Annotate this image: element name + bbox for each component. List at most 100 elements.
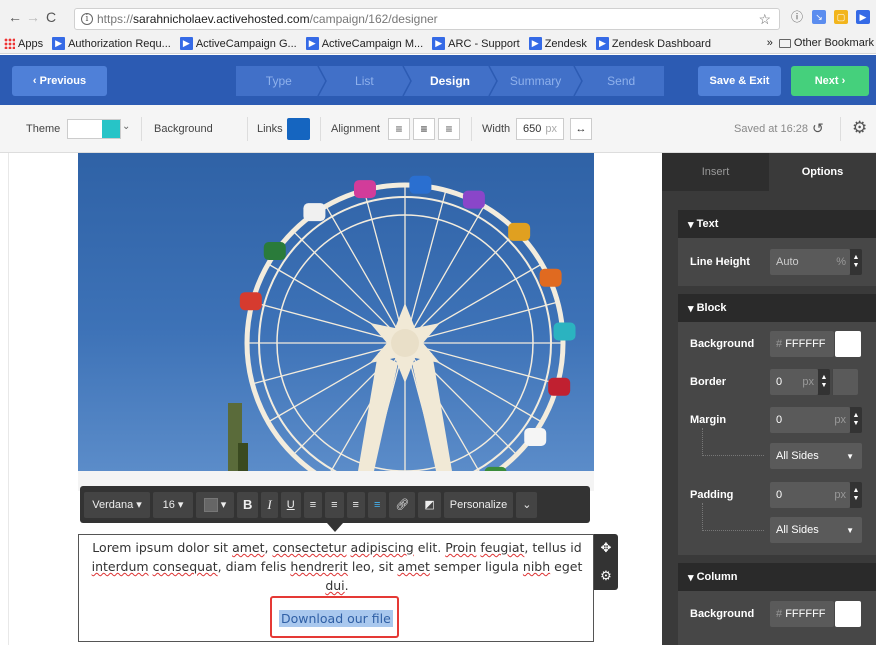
step-type[interactable]: Type — [236, 66, 327, 96]
width-label: Width — [482, 123, 511, 135]
font-family-select[interactable]: Verdana ▾ — [84, 491, 150, 518]
misspelled-word: adipiscing — [350, 540, 414, 555]
border-stepper[interactable]: ▲ ▼ — [818, 369, 830, 395]
settings-gear-icon[interactable]: ⚙ — [852, 118, 867, 138]
back-icon[interactable]: ← — [6, 9, 24, 25]
block-settings-gear-icon[interactable]: ⚙ — [600, 568, 612, 584]
other-bookmarks[interactable]: Other Bookmark — [794, 37, 874, 49]
column-section-header[interactable]: ▾ Column — [678, 563, 876, 591]
extension-yellow-icon[interactable]: ▢ — [834, 10, 848, 24]
text-section-header[interactable]: ▾ Text — [678, 210, 876, 238]
margin-input[interactable]: 0 px — [770, 407, 850, 433]
info-circle-icon[interactable]: ⓘ — [790, 10, 804, 24]
folder-icon — [778, 38, 791, 48]
forward-icon[interactable]: → — [24, 9, 42, 25]
padding-stepper[interactable]: ▲ ▼ — [850, 482, 862, 508]
tab-insert[interactable]: Insert — [662, 153, 769, 191]
address-bar[interactable]: i https://sarahnicholaev.activehosted.co… — [74, 8, 780, 30]
align-justify-icon[interactable]: ≡ — [367, 491, 387, 518]
font-size-select[interactable]: 16 ▾ — [153, 491, 193, 518]
font-size-value: 16 — [162, 498, 175, 511]
column-background-hex-input[interactable]: # FFFFFF — [770, 601, 834, 627]
padding-sides-select[interactable]: All Sides ▼ — [770, 517, 862, 543]
margin-label: Margin — [690, 414, 727, 426]
download-file-link[interactable]: Download our file — [279, 610, 393, 627]
bookmark-item[interactable]: ▶ ActiveCampaign M... — [305, 37, 424, 50]
block-section-header[interactable]: ▾ Block — [678, 294, 876, 322]
save-exit-button[interactable]: Save & Exit — [698, 66, 781, 96]
align-right-icon[interactable]: ≡ — [346, 491, 365, 518]
background-color-swatch[interactable] — [835, 331, 861, 357]
column-background-swatch[interactable] — [835, 601, 861, 627]
personalize-button[interactable]: Personalize — [443, 491, 514, 518]
step-summary[interactable]: Summary — [493, 66, 584, 96]
bookmark-label: ActiveCampaign M... — [321, 37, 424, 50]
align-center-icon[interactable]: ≡ — [325, 491, 344, 518]
body-paragraph[interactable]: Lorem ipsum dolor sit amet, consectetur … — [87, 538, 587, 595]
border-color-swatch[interactable] — [832, 369, 858, 395]
tab-options[interactable]: Options — [769, 153, 876, 191]
text-color-picker[interactable]: ▾ — [196, 491, 234, 518]
expand-width-icon[interactable]: ↔ — [570, 118, 592, 140]
align-left-icon[interactable]: ≡ — [388, 118, 410, 140]
chevron-down-icon[interactable]: ⌄ — [122, 121, 130, 132]
bookmark-item[interactable]: ▶ Authorization Requ... — [52, 37, 171, 50]
move-icon[interactable]: ✥ — [601, 540, 612, 556]
bookmark-label: Apps — [18, 37, 44, 50]
bookmark-item[interactable]: ▶ ARC - Support — [432, 37, 520, 50]
margin-stepper[interactable]: ▲ ▼ — [850, 407, 862, 433]
align-center-icon[interactable]: ≡ — [413, 118, 435, 140]
align-left-icon[interactable]: ≡ — [303, 491, 323, 518]
text-run: , tellus id — [524, 540, 582, 555]
step-list[interactable]: List — [322, 66, 413, 96]
background-label: Background — [690, 338, 755, 350]
chevron-down-icon: ▼ — [846, 525, 854, 535]
bookmarks-overflow[interactable]: » Other Bookmark — [767, 37, 874, 49]
border-value: 0 — [776, 376, 783, 388]
info-icon[interactable]: i — [81, 13, 93, 25]
line-height-stepper[interactable]: ▲ ▼ — [850, 249, 862, 275]
bookmark-item[interactable]: ▶ ActiveCampaign G... — [179, 37, 297, 50]
margin-sides-select[interactable]: All Sides ▼ — [770, 443, 862, 469]
background-hex-input[interactable]: # FFFFFF — [770, 331, 834, 357]
design-toolbar: Theme ⌄ Background Links Alignment ≡ ≡ ≡… — [0, 105, 876, 153]
panel-tabs: Insert Options — [662, 153, 876, 191]
underline-icon[interactable]: U — [280, 491, 301, 518]
toolbar-divider — [141, 117, 142, 141]
margin-sides-value: All Sides — [776, 450, 819, 462]
italic-icon[interactable]: I — [261, 491, 278, 518]
background-button[interactable]: Background — [154, 123, 213, 135]
next-button[interactable]: Next › — [791, 66, 869, 96]
play-icon: ▶ — [432, 37, 446, 50]
history-icon[interactable]: ↺ — [812, 120, 824, 137]
theme-picker[interactable] — [67, 119, 121, 139]
previous-button[interactable]: ‹ Previous — [12, 66, 107, 96]
step-send[interactable]: Send — [578, 66, 664, 96]
bookmark-item[interactable]: ▶ Zendesk Dashboard — [595, 37, 711, 50]
bookmark-item[interactable]: ▶ Zendesk — [528, 37, 587, 50]
text-run: leo, sit — [347, 559, 398, 574]
ferris-wheel-image[interactable] — [78, 153, 594, 471]
play-icon: ▶ — [305, 37, 319, 50]
color-swatch — [203, 497, 218, 512]
align-right-icon[interactable]: ≡ — [438, 118, 460, 140]
padding-input[interactable]: 0 px — [770, 482, 850, 508]
border-input[interactable]: 0 px — [770, 369, 818, 395]
bookmark-apps[interactable]: Apps — [4, 38, 43, 50]
more-options-chevron-icon[interactable]: ⌄ — [516, 491, 538, 518]
bookmark-star-icon[interactable]: ☆ — [758, 11, 771, 28]
hash-symbol: # — [776, 608, 783, 620]
links-color-swatch[interactable] — [287, 118, 310, 140]
width-input[interactable]: 650 px — [516, 118, 564, 140]
ferris-wheel-illustration — [228, 175, 576, 471]
extension-blue-icon[interactable]: ▶ — [856, 10, 870, 24]
more-bookmarks-icon[interactable]: » — [767, 37, 773, 49]
step-design[interactable]: Design — [407, 66, 498, 96]
step-label: List — [355, 74, 374, 88]
reload-icon[interactable]: C — [42, 9, 60, 25]
link-icon[interactable]: 🔗︎ — [389, 491, 416, 518]
extension-arrow-icon[interactable]: ↘ — [812, 10, 826, 24]
line-height-input[interactable]: Auto% — [770, 249, 850, 275]
image-icon[interactable]: ◩ — [418, 491, 441, 518]
bold-icon[interactable]: B — [237, 491, 259, 518]
